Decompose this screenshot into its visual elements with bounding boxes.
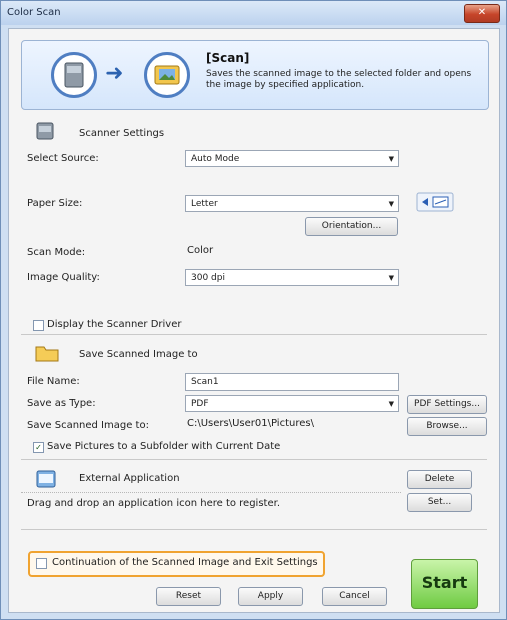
paper-size-value: Letter <box>191 199 218 209</box>
chevron-down-icon: ▼ <box>388 274 394 282</box>
image-quality-label: Image Quality: <box>27 272 100 283</box>
select-source-value: Auto Mode <box>191 154 240 164</box>
orientation-button[interactable]: Orientation... <box>305 217 398 236</box>
picture-folder-icon <box>154 65 180 85</box>
reset-button[interactable]: Reset <box>156 587 221 606</box>
display-driver-checkbox[interactable] <box>33 320 44 331</box>
file-name-input[interactable]: Scan1 <box>185 373 399 391</box>
paper-orientation-icon[interactable] <box>416 191 454 213</box>
scanner-icon <box>64 62 84 88</box>
file-name-value: Scan1 <box>191 377 219 387</box>
color-scan-window: Color Scan ✕ ➜ [Scan] Saves the scanned … <box>0 0 507 620</box>
image-quality-combo[interactable]: 300 dpi ▼ <box>185 269 399 286</box>
set-button[interactable]: Set... <box>407 493 472 512</box>
header-title: [Scan] <box>206 51 250 65</box>
footer-divider <box>21 529 487 530</box>
paper-size-combo[interactable]: Letter ▼ <box>185 195 399 212</box>
cancel-button[interactable]: Cancel <box>322 587 387 606</box>
application-icon <box>36 470 56 488</box>
image-quality-value: 300 dpi <box>191 273 225 283</box>
close-icon: ✕ <box>477 7 487 18</box>
save-type-label: Save as Type: <box>27 398 96 409</box>
drag-drop-text: Drag and drop an application icon here t… <box>27 498 280 509</box>
save-location-value: C:\Users\User01\Pictures\ <box>187 418 314 429</box>
paper-size-label: Paper Size: <box>27 198 83 209</box>
start-button[interactable]: Start <box>411 559 478 609</box>
scan-mode-value: Color <box>187 245 214 256</box>
delete-button[interactable]: Delete <box>407 470 472 489</box>
window-title: Color Scan <box>7 7 61 18</box>
scan-mode-label: Scan Mode: <box>27 247 86 258</box>
save-type-value: PDF <box>191 399 209 409</box>
continuation-label: Continuation of the Scanned Image and Ex… <box>52 557 318 568</box>
save-divider <box>21 334 487 335</box>
select-source-label: Select Source: <box>27 153 99 164</box>
select-source-combo[interactable]: Auto Mode ▼ <box>185 150 399 167</box>
continuation-highlight: Continuation of the Scanned Image and Ex… <box>28 551 325 577</box>
picture-circle <box>144 52 190 98</box>
external-divider <box>21 459 487 460</box>
title-bar: Color Scan ✕ <box>1 1 506 25</box>
save-location-label: Save Scanned Image to: <box>27 420 149 431</box>
arrow-right-icon: ➜ <box>105 61 124 86</box>
save-type-combo[interactable]: PDF ▼ <box>185 395 399 412</box>
display-driver-label: Display the Scanner Driver <box>47 319 182 330</box>
pdf-settings-button[interactable]: PDF Settings... <box>407 395 487 414</box>
subfolder-label: Save Pictures to a Subfolder with Curren… <box>47 441 281 452</box>
close-button[interactable]: ✕ <box>464 4 500 23</box>
scanner-settings-label: Scanner Settings <box>79 128 165 139</box>
chevron-down-icon: ▼ <box>388 200 394 208</box>
save-section-label: Save Scanned Image to <box>79 349 198 360</box>
chevron-down-icon: ▼ <box>388 155 394 163</box>
subfolder-checkbox[interactable]: ✓ <box>33 442 44 453</box>
header-description: Saves the scanned image to the selected … <box>206 69 472 90</box>
continuation-checkbox[interactable] <box>36 558 47 569</box>
browse-button[interactable]: Browse... <box>407 417 487 436</box>
dialog-body: ➜ [Scan] Saves the scanned image to the … <box>8 28 500 613</box>
scanner-circle <box>51 52 97 98</box>
file-name-label: File Name: <box>27 376 80 387</box>
folder-icon <box>35 346 59 362</box>
drop-zone[interactable]: Drag and drop an application icon here t… <box>21 492 401 515</box>
scan-header-panel: ➜ [Scan] Saves the scanned image to the … <box>21 40 489 110</box>
external-app-label: External Application <box>79 473 180 484</box>
chevron-down-icon: ▼ <box>388 400 394 408</box>
scanner-settings-icon <box>36 122 54 140</box>
apply-button[interactable]: Apply <box>238 587 303 606</box>
